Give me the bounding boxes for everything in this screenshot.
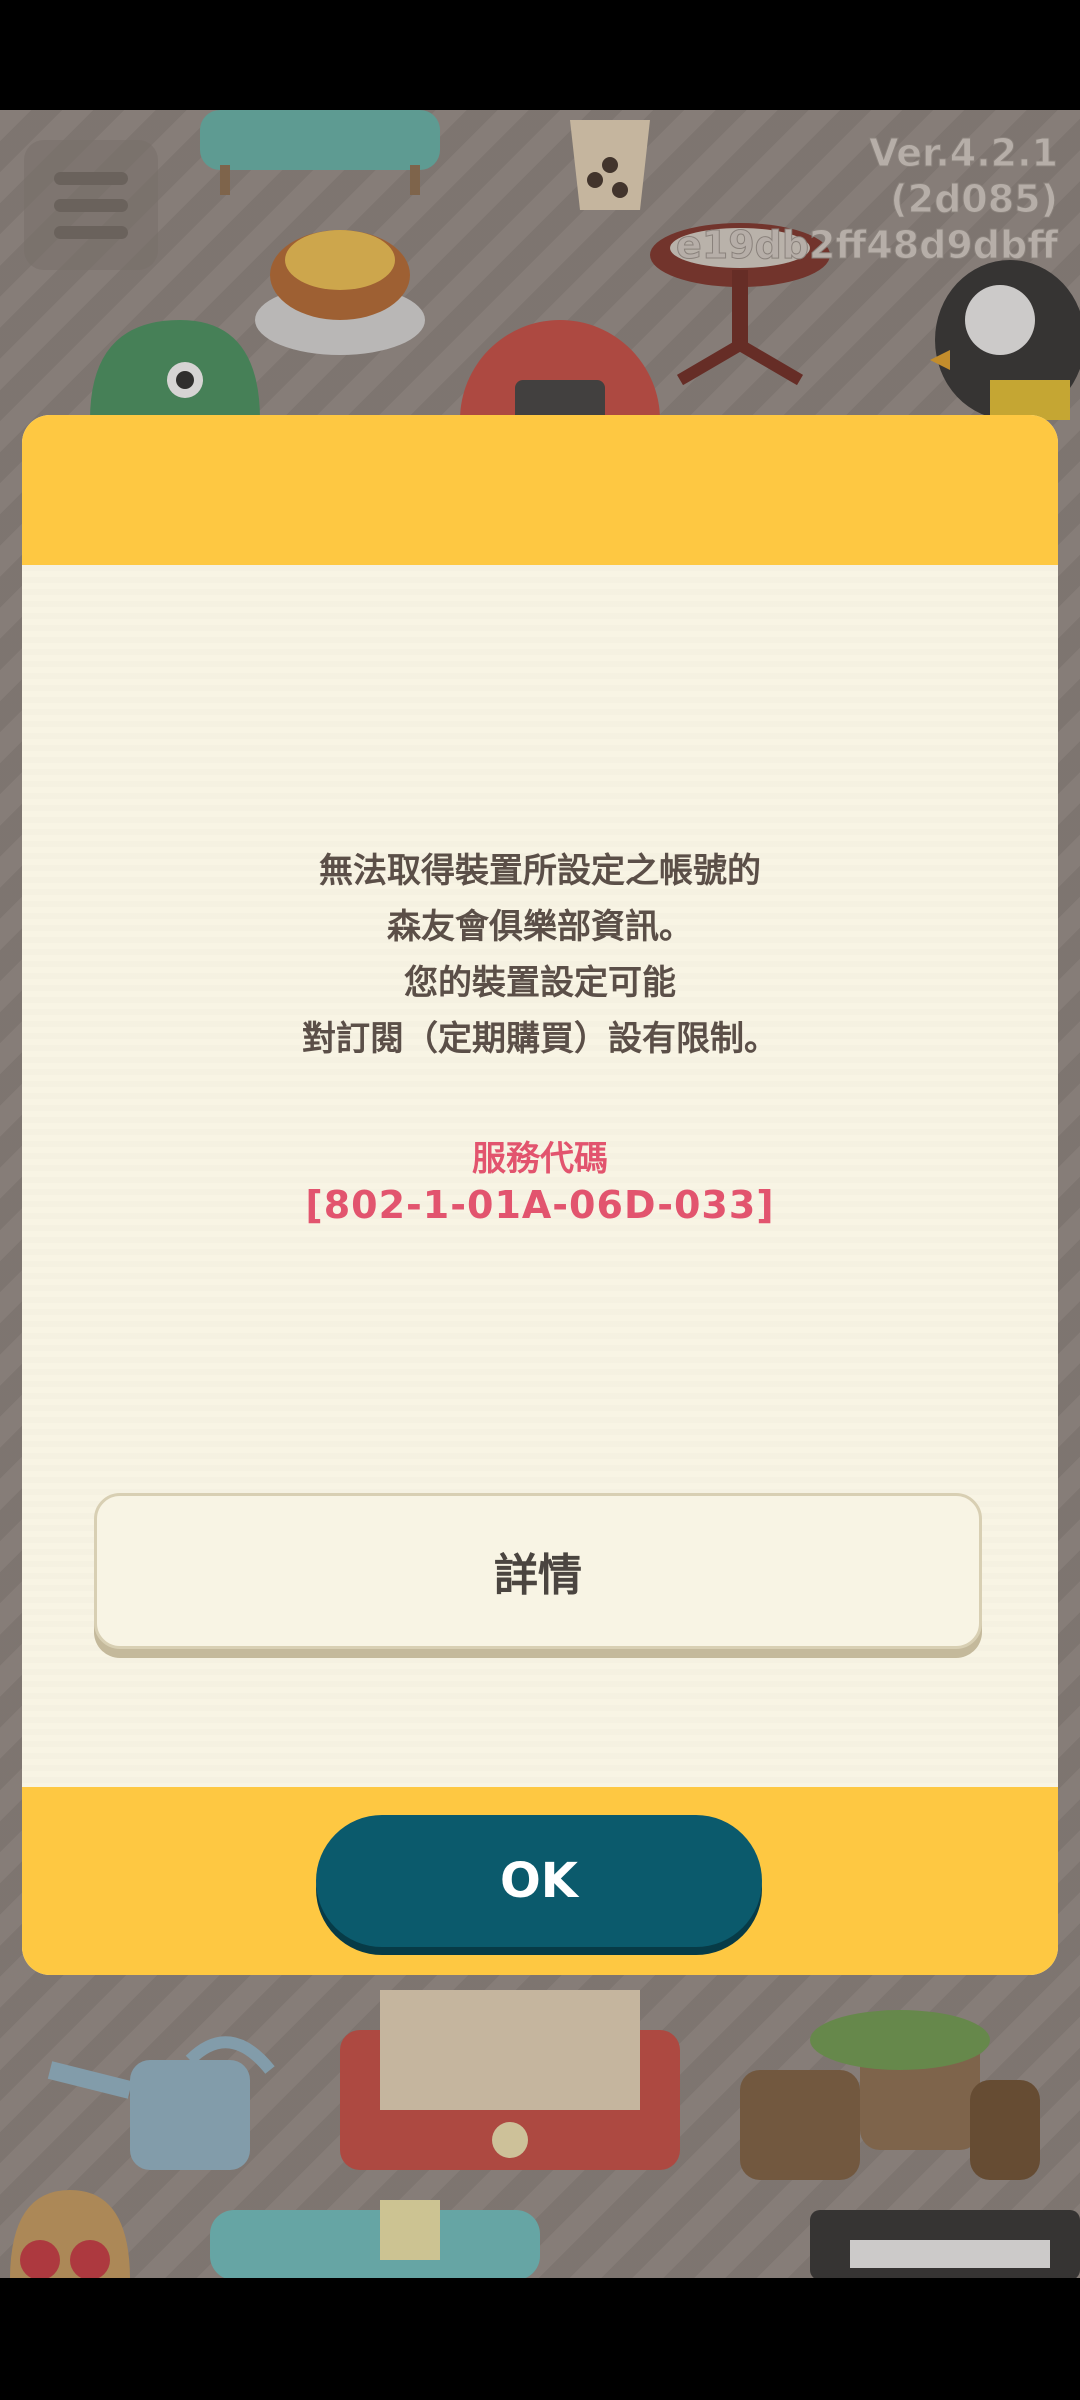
version-number: Ver.4.2.1: [868, 131, 1058, 176]
service-code: [802-1-01A-06D-033]: [305, 1183, 775, 1227]
error-message-line: 無法取得裝置所設定之帳號的: [319, 851, 761, 891]
error-message-line: 對訂閱（定期購買）設有限制。: [302, 1019, 778, 1059]
service-code-label: 服務代碼: [472, 1139, 608, 1179]
error-message-line: 森友會俱樂部資訊。: [387, 907, 693, 947]
details-button[interactable]: 詳情: [94, 1493, 982, 1649]
error-message-line: 您的裝置設定可能: [404, 963, 676, 1003]
status-bar: [0, 0, 1080, 110]
navigation-bar: [0, 2278, 1080, 2400]
dialog-header: [22, 415, 1058, 565]
ok-button[interactable]: OK: [316, 1815, 762, 1947]
error-dialog: 無法取得裝置所設定之帳號的 森友會俱樂部資訊。 您的裝置設定可能 對訂閱（定期購…: [22, 415, 1058, 1975]
version-info: Ver.4.2.1 (2d085) e19db2ff48d9dbff: [676, 130, 1059, 268]
error-message: 無法取得裝置所設定之帳號的 森友會俱樂部資訊。 您的裝置設定可能 對訂閱（定期購…: [22, 843, 1058, 1067]
build-id: (2d085): [890, 177, 1059, 222]
hamburger-menu-icon[interactable]: [24, 140, 158, 270]
build-hash: e19db2ff48d9dbff: [676, 223, 1059, 268]
